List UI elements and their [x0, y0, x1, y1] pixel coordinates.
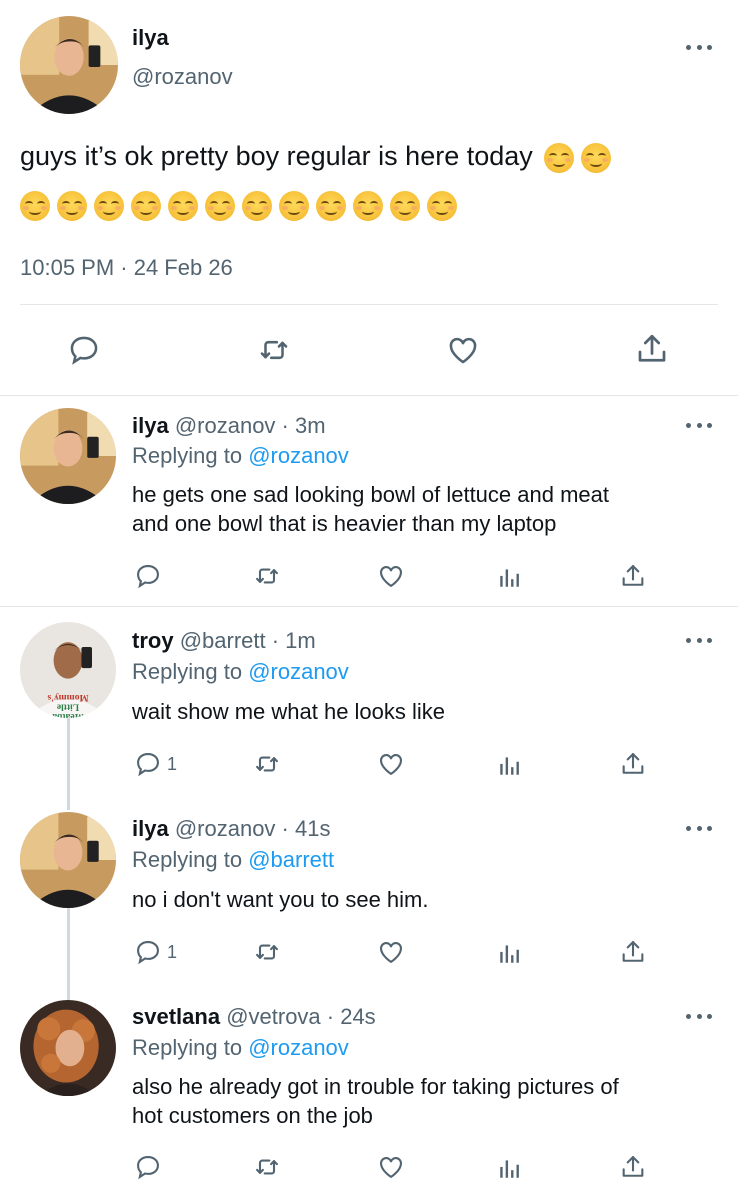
reply-icon[interactable] [133, 562, 163, 590]
reply-author-name[interactable]: ilya [132, 413, 169, 438]
retweet-icon[interactable] [254, 333, 294, 367]
reply-author-avatar[interactable]: Mommy's Little Meatba [20, 622, 116, 718]
replying-to-link[interactable]: @rozanov [248, 659, 349, 684]
share-icon[interactable] [634, 331, 670, 367]
replying-to-label: Replying to [132, 1035, 249, 1060]
smiling-face-emoji [581, 142, 612, 173]
divider [0, 606, 738, 607]
smiling-face-emoji [57, 191, 87, 221]
divider [20, 304, 718, 305]
main-author-handle[interactable]: @rozanov [132, 64, 233, 90]
reply-header: ilya @rozanov · 41s [132, 815, 330, 843]
reply-author-name[interactable]: troy [132, 628, 174, 653]
more-options-icon[interactable] [686, 420, 712, 430]
reply-text-line: and one bowl that is heavier than my lap… [132, 511, 557, 536]
like-icon[interactable] [444, 333, 482, 367]
smiling-face-emoji [94, 191, 124, 221]
replying-to-label: Replying to [132, 659, 249, 684]
thread-line [67, 908, 70, 1000]
reply-author-meta[interactable]: @rozanov · 3m [175, 413, 326, 438]
replying-to-line: Replying to @rozanov [132, 442, 349, 470]
retweet-icon[interactable] [250, 1153, 284, 1181]
retweet-icon[interactable] [250, 750, 284, 778]
reply-header: ilya @rozanov · 3m [132, 412, 326, 440]
svg-text:Little: Little [57, 702, 79, 713]
svg-text:Meatba: Meatba [52, 711, 84, 718]
more-options-icon[interactable] [686, 823, 712, 833]
reply-author-avatar[interactable] [20, 1000, 116, 1096]
reply-author-meta[interactable]: @vetrova · 24s [226, 1004, 376, 1029]
analytics-icon[interactable] [497, 1155, 523, 1181]
svg-text:Mommy's: Mommy's [47, 692, 88, 703]
share-icon[interactable] [619, 562, 647, 590]
smiling-face-emoji [20, 191, 50, 221]
more-options-icon[interactable] [686, 635, 712, 645]
reply-text-line: hot customers on the job [132, 1103, 373, 1128]
replying-to-label: Replying to [132, 847, 249, 872]
reply-header: troy @barrett · 1m [132, 627, 316, 655]
replying-to-label: Replying to [132, 443, 249, 468]
retweet-icon[interactable] [250, 938, 284, 966]
smiling-face-emoji [544, 142, 575, 173]
smiling-face-emoji [316, 191, 346, 221]
reply-icon[interactable] [66, 333, 102, 367]
reply-icon[interactable]: 1 [133, 938, 177, 966]
reply-text-line: no i don't want you to see him. [132, 887, 429, 912]
emoji-group [20, 191, 464, 221]
like-icon[interactable] [375, 938, 407, 966]
reply-author-meta[interactable]: @rozanov · 41s [175, 816, 331, 841]
smiling-face-emoji [353, 191, 383, 221]
reply-author-avatar[interactable] [20, 408, 116, 504]
replying-to-line: Replying to @barrett [132, 846, 334, 874]
smiling-face-emoji [390, 191, 420, 221]
reply-author-name[interactable]: svetlana [132, 1004, 220, 1029]
reply-count: 1 [167, 941, 178, 962]
thread-line [67, 718, 70, 810]
main-tweet-timestamp[interactable]: 10:05 PM · 24 Feb 26 [20, 255, 233, 281]
smiling-face-emoji [168, 191, 198, 221]
share-icon[interactable] [619, 938, 647, 966]
replying-to-link[interactable]: @barrett [248, 847, 334, 872]
reply-icon[interactable]: 1 [133, 750, 177, 778]
smiling-face-emoji [279, 191, 309, 221]
emoji-group [544, 141, 618, 173]
smiling-face-emoji [242, 191, 272, 221]
analytics-icon[interactable] [497, 752, 523, 778]
main-author-avatar[interactable] [20, 16, 118, 114]
reply-text-line: wait show me what he looks like [132, 699, 446, 724]
smiling-face-emoji [427, 191, 457, 221]
more-options-icon[interactable] [686, 42, 712, 52]
replying-to-line: Replying to @rozanov [132, 658, 349, 686]
more-options-icon[interactable] [686, 1011, 712, 1021]
like-icon[interactable] [375, 562, 407, 590]
reply-author-avatar[interactable] [20, 812, 116, 908]
reply-text-line: he gets one sad looking bowl of lettuce … [132, 482, 609, 507]
reply-text-line: also he already got in trouble for takin… [132, 1074, 619, 1099]
reply-author-meta[interactable]: @barrett · 1m [180, 628, 316, 653]
analytics-icon[interactable] [497, 564, 523, 590]
like-icon[interactable] [375, 750, 407, 778]
retweet-icon[interactable] [250, 562, 284, 590]
replying-to-link[interactable]: @rozanov [248, 1035, 349, 1060]
reply-count: 1 [167, 753, 178, 774]
reply-icon[interactable] [133, 1153, 163, 1181]
smiling-face-emoji [131, 191, 161, 221]
analytics-icon[interactable] [497, 940, 523, 966]
share-icon[interactable] [619, 1153, 647, 1181]
main-author-name[interactable]: ilya [132, 25, 169, 51]
replying-to-link[interactable]: @rozanov [248, 443, 349, 468]
smiling-face-emoji [205, 191, 235, 221]
reply-author-name[interactable]: ilya [132, 816, 169, 841]
main-tweet-text-line1: guys it’s ok pretty boy regular is here … [20, 141, 533, 171]
reply-header: svetlana @vetrova · 24s [132, 1003, 376, 1031]
share-icon[interactable] [619, 750, 647, 778]
main-tweet-text: guys it’s ok pretty boy regular is here … [20, 139, 618, 173]
like-icon[interactable] [375, 1153, 407, 1181]
divider [0, 395, 738, 396]
replying-to-line: Replying to @rozanov [132, 1034, 349, 1062]
